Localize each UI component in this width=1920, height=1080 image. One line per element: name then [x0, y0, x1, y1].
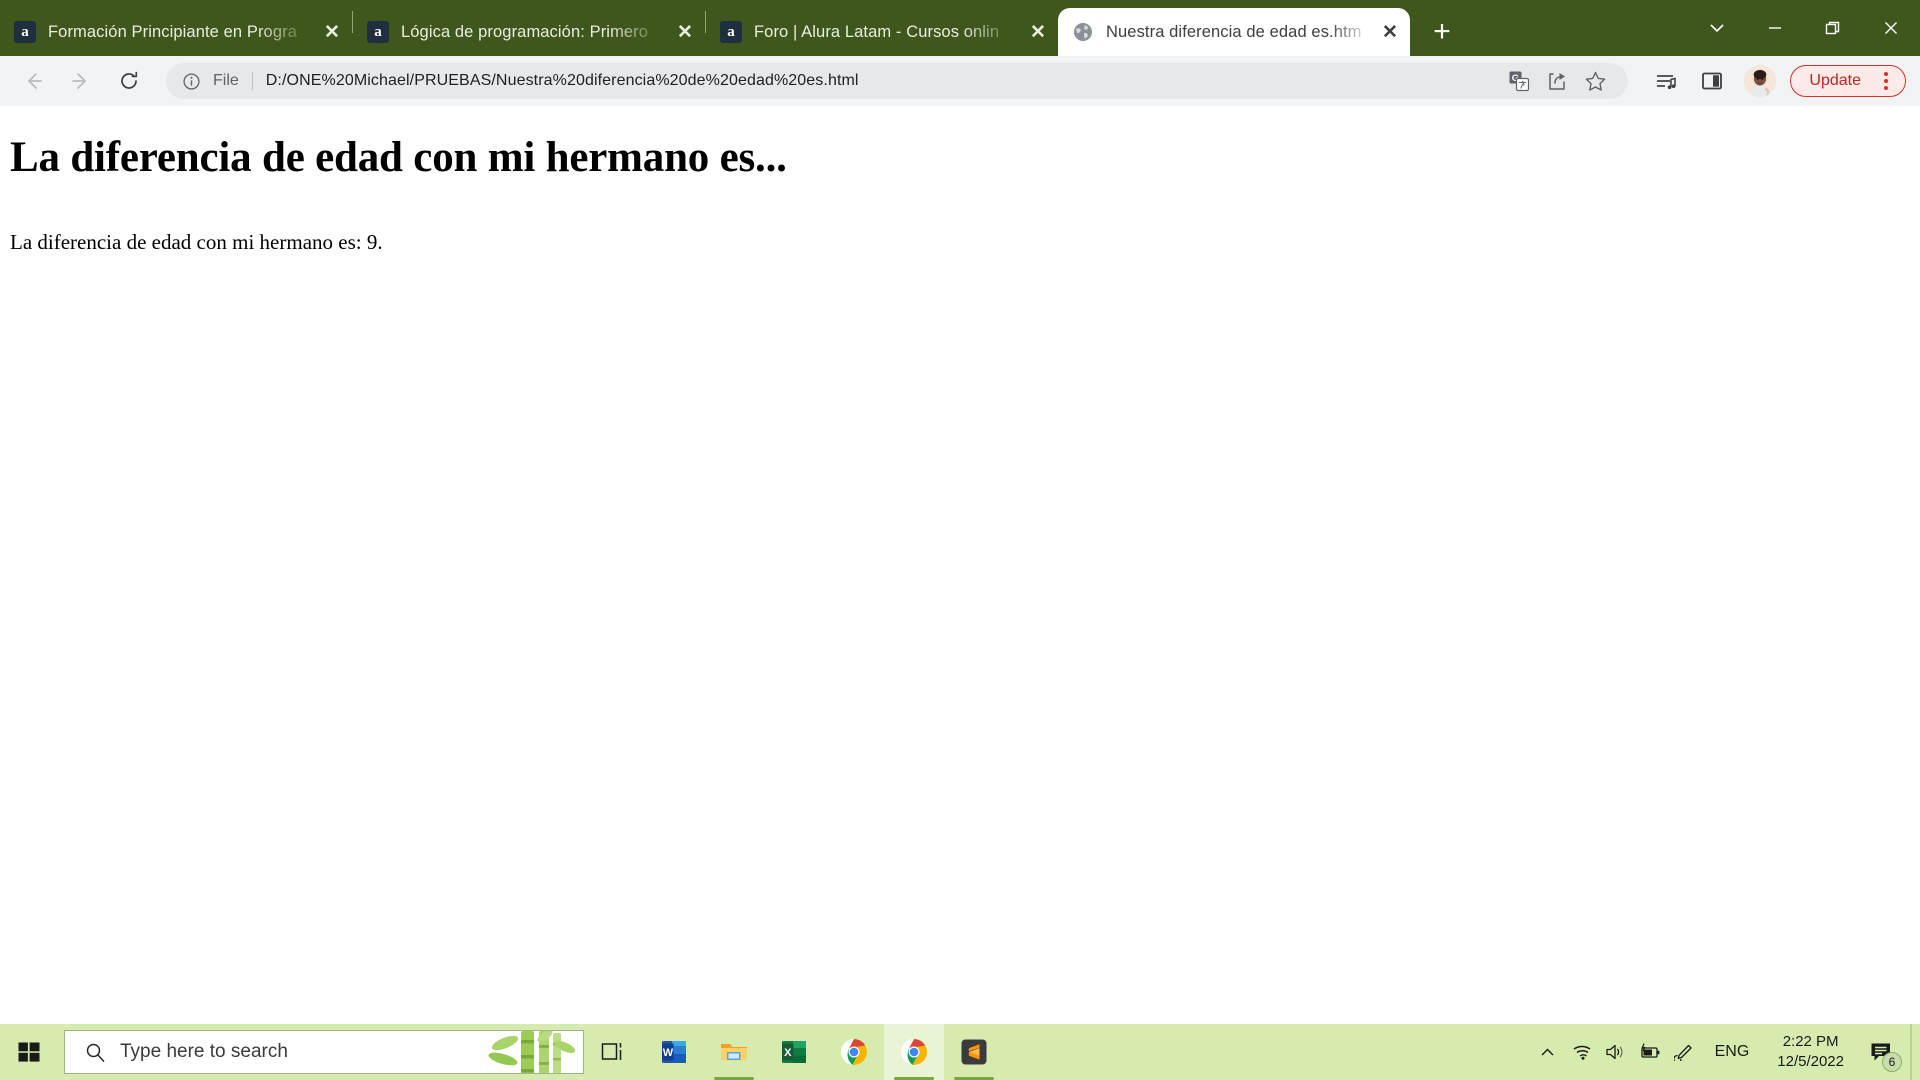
- tab-title: Foro | Alura Latam - Cursos onlin: [754, 22, 1000, 41]
- url-scheme-label: File: [213, 72, 239, 89]
- system-tray: ENG 2:22 PM 12/5/2022 6: [1531, 1024, 1920, 1080]
- browser-tab-strip: a Formación Principiante en Progra ✕ a L…: [0, 0, 1920, 56]
- clock[interactable]: 2:22 PM 12/5/2022: [1763, 1032, 1858, 1073]
- alura-favicon: a: [720, 21, 742, 43]
- tab-close-icon[interactable]: ✕: [1024, 18, 1052, 46]
- translate-icon[interactable]: G: [1502, 64, 1536, 98]
- page-content: La diferencia de edad con mi hermano es.…: [0, 106, 1920, 1024]
- bamboo-decoration-icon: [487, 1031, 579, 1073]
- reload-button[interactable]: [110, 62, 148, 100]
- page-title: La diferencia de edad con mi hermano es.…: [10, 134, 787, 181]
- browser-tab-1[interactable]: a Formación Principiante en Progra ✕: [0, 8, 352, 56]
- reading-list-icon[interactable]: [1646, 61, 1686, 101]
- maximize-icon[interactable]: [1804, 5, 1862, 51]
- avatar[interactable]: [1744, 65, 1777, 97]
- clock-time: 2:22 PM: [1782, 1032, 1839, 1050]
- url-divider: [251, 72, 253, 90]
- update-button[interactable]: Update: [1790, 65, 1906, 97]
- close-icon[interactable]: [1862, 5, 1920, 51]
- chrome-menu-icon[interactable]: [1873, 68, 1899, 94]
- tab-close-icon[interactable]: ✕: [671, 18, 699, 46]
- tab-search-chevron-down-icon[interactable]: [1688, 5, 1746, 51]
- update-label: Update: [1809, 72, 1861, 89]
- site-info-icon[interactable]: [182, 72, 202, 91]
- search-icon: [85, 1042, 106, 1063]
- url-text: D:/ONE%20Michael/PRUEBAS/Nuestra%20difer…: [265, 72, 859, 89]
- task-view-icon[interactable]: [584, 1024, 644, 1080]
- address-bar[interactable]: File D:/ONE%20Michael/PRUEBAS/Nuestra%20…: [166, 63, 1629, 99]
- page-paragraph: La diferencia de edad con mi hermano es:…: [10, 230, 383, 254]
- notification-center-button[interactable]: 6: [1858, 1024, 1904, 1080]
- browser-tab-4-active[interactable]: Nuestra diferencia de edad es.htm ✕: [1058, 8, 1410, 56]
- search-input[interactable]: Type here to search: [120, 1041, 288, 1063]
- tab-title: Formación Principiante en Progra: [48, 22, 297, 41]
- start-button[interactable]: [0, 1024, 58, 1080]
- share-icon[interactable]: [1540, 64, 1574, 98]
- side-panel-icon[interactable]: [1692, 61, 1732, 101]
- file-explorer-icon[interactable]: [704, 1024, 764, 1080]
- taskbar-search-box[interactable]: Type here to search: [64, 1030, 584, 1074]
- pen-icon[interactable]: [1667, 1024, 1701, 1080]
- toolbar-right-actions: Update: [1640, 61, 1906, 101]
- tab-close-icon[interactable]: ✕: [1376, 18, 1404, 46]
- tab-close-icon[interactable]: ✕: [318, 18, 346, 46]
- word-icon[interactable]: W: [644, 1024, 704, 1080]
- excel-icon[interactable]: X: [764, 1024, 824, 1080]
- language-indicator[interactable]: ENG: [1701, 1043, 1764, 1061]
- volume-icon[interactable]: [1599, 1024, 1633, 1080]
- svg-text:X: X: [784, 1047, 792, 1059]
- bookmark-star-icon[interactable]: [1578, 64, 1612, 98]
- battery-charging-icon[interactable]: [1633, 1024, 1667, 1080]
- windows-taskbar: Type here to search W X ENG 2:22 PM 12/5…: [0, 1024, 1920, 1080]
- show-hidden-icons-chevron-up-icon[interactable]: [1531, 1024, 1565, 1080]
- alura-favicon: a: [14, 21, 36, 43]
- browser-tab-2[interactable]: a Lógica de programación: Primero ✕: [353, 8, 705, 56]
- browser-toolbar: File D:/ONE%20Michael/PRUEBAS/Nuestra%20…: [0, 56, 1920, 106]
- alura-favicon: a: [367, 21, 389, 43]
- new-tab-button[interactable]: +: [1420, 10, 1464, 54]
- browser-tab-3[interactable]: a Foro | Alura Latam - Cursos onlin ✕: [706, 8, 1058, 56]
- window-controls: [1688, 4, 1920, 52]
- notification-badge: 6: [1882, 1052, 1902, 1072]
- chrome-icon-active[interactable]: [884, 1024, 944, 1080]
- forward-button[interactable]: [62, 62, 100, 100]
- wifi-icon[interactable]: [1565, 1024, 1599, 1080]
- tab-title: Lógica de programación: Primero: [401, 22, 649, 41]
- show-desktop-button[interactable]: [1910, 1024, 1912, 1080]
- minimize-icon[interactable]: [1746, 5, 1804, 51]
- clock-date: 12/5/2022: [1777, 1053, 1844, 1070]
- back-button[interactable]: [14, 62, 52, 100]
- omnibox-actions: G: [1488, 64, 1612, 98]
- svg-text:W: W: [663, 1047, 674, 1059]
- globe-icon: [1072, 21, 1094, 43]
- sublime-text-icon[interactable]: [944, 1024, 1004, 1080]
- chrome-icon[interactable]: [824, 1024, 884, 1080]
- tab-title: Nuestra diferencia de edad es.htm: [1106, 22, 1362, 41]
